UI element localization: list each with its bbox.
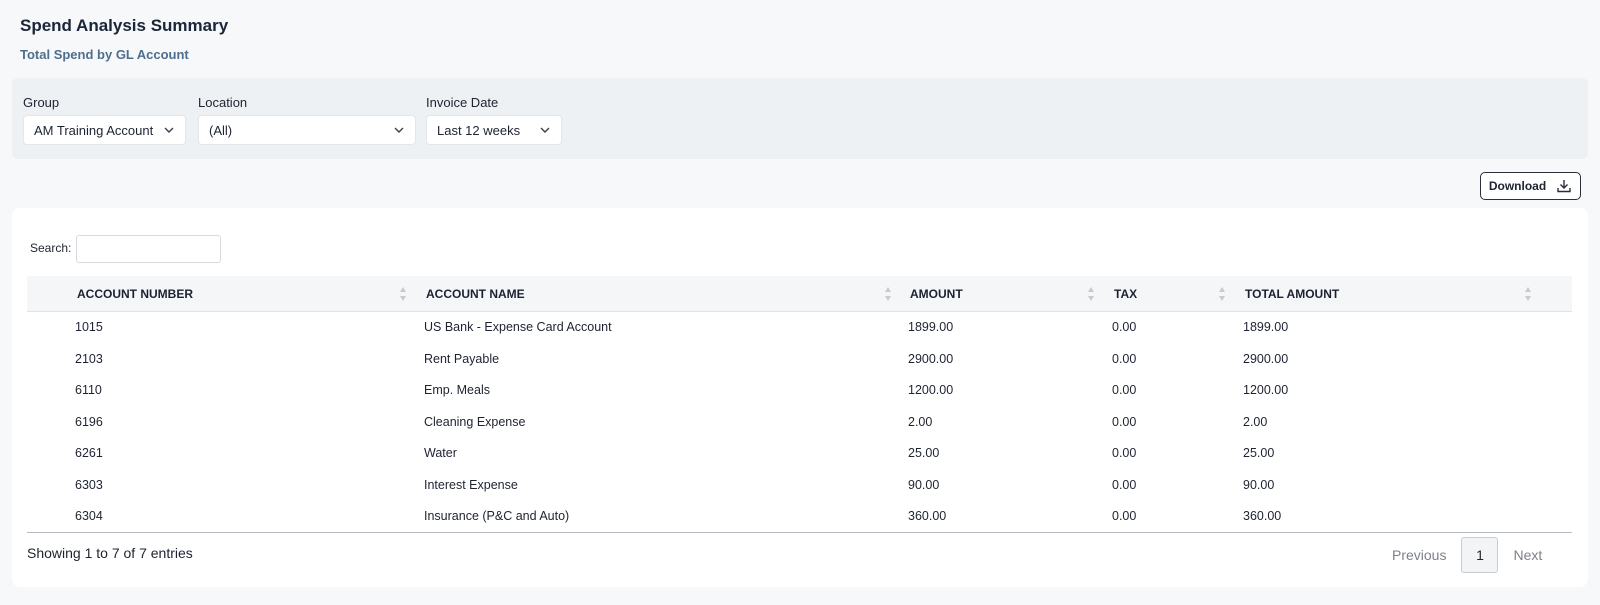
chevron-down-icon xyxy=(164,127,174,133)
cell-total-amount: 25.00 xyxy=(1243,446,1275,460)
cell-total-amount: 1899.00 xyxy=(1243,320,1289,334)
column-header-total-amount[interactable]: TOTAL AMOUNT xyxy=(1245,276,1339,312)
cell-tax: 0.00 xyxy=(1112,477,1137,492)
invoice-date-filter-label: Invoice Date xyxy=(426,95,499,110)
cell-account-number: 6110 xyxy=(75,383,102,397)
column-header-tax[interactable]: TAX xyxy=(1114,276,1137,312)
column-header-account-name[interactable]: ACCOUNT NAME xyxy=(426,276,525,312)
cell-tax: 0.00 xyxy=(1112,509,1137,523)
cell-amount: 90.00 xyxy=(908,477,940,492)
cell-tax: 0.00 xyxy=(1112,320,1137,334)
cell-account-number: 6261 xyxy=(75,446,103,460)
group-select-value: AM Training Account xyxy=(34,122,154,138)
cell-amount: 25.00 xyxy=(908,446,940,460)
sort-icon[interactable] xyxy=(399,286,407,302)
chevron-down-icon xyxy=(540,127,550,133)
table-row: 2103 Rent Payable 2900.00 0.00 2900.00 xyxy=(27,344,1572,376)
cell-amount: 2.00 xyxy=(908,414,933,429)
table-header: ACCOUNT NUMBER ACCOUNT NAME AMOUNT TAX T… xyxy=(27,276,1572,312)
pagination: Previous 1 Next xyxy=(1392,537,1542,573)
cell-account-number: 2103 xyxy=(75,351,103,366)
cell-account-number: 1015 xyxy=(75,320,103,334)
group-filter-label: Group xyxy=(23,95,60,110)
cell-amount: 1200.00 xyxy=(908,383,954,397)
group-filter: Group AM Training Account xyxy=(23,94,186,145)
table-row: 6261 Water 25.00 0.00 25.00 xyxy=(27,438,1572,470)
cell-account-name: Insurance (P&C and Auto) xyxy=(424,509,570,523)
cell-account-name: Interest Expense xyxy=(424,477,518,492)
sort-icon[interactable] xyxy=(1218,286,1226,302)
cell-tax: 0.00 xyxy=(1112,446,1137,460)
cell-tax: 0.00 xyxy=(1112,414,1137,429)
cell-account-number: 6304 xyxy=(75,509,103,523)
download-icon xyxy=(1557,180,1571,193)
cell-account-number: 6196 xyxy=(75,414,103,429)
location-filter: Location (All) xyxy=(198,94,416,145)
table-row: 6304 Insurance (P&C and Auto) 360.00 0.0… xyxy=(27,501,1572,533)
table-row: 1015 US Bank - Expense Card Account 1899… xyxy=(27,312,1572,344)
invoice-date-select[interactable]: Last 12 weeks xyxy=(426,115,562,145)
cell-account-name: Emp. Meals xyxy=(424,383,490,397)
next-page-button[interactable]: Next xyxy=(1513,547,1542,563)
entries-info: Showing 1 to 7 of 7 entries xyxy=(27,545,193,561)
location-select[interactable]: (All) xyxy=(198,115,416,145)
page-title: Spend Analysis Summary xyxy=(20,16,229,35)
cell-amount: 2900.00 xyxy=(908,351,954,366)
location-select-value: (All) xyxy=(209,122,233,138)
table-row: 6110 Emp. Meals 1200.00 0.00 1200.00 xyxy=(27,375,1572,407)
invoice-date-select-value: Last 12 weeks xyxy=(437,122,521,138)
column-header-amount[interactable]: AMOUNT xyxy=(910,276,963,312)
cell-account-name: Water xyxy=(424,446,457,460)
invoice-date-filter: Invoice Date Last 12 weeks xyxy=(426,94,562,145)
cell-amount: 1899.00 xyxy=(908,320,954,334)
table-divider xyxy=(27,532,1572,533)
cell-account-name: Cleaning Expense xyxy=(424,414,526,429)
search-label: Search: xyxy=(30,241,72,255)
page-subtitle: Total Spend by GL Account xyxy=(20,47,189,62)
group-select[interactable]: AM Training Account xyxy=(23,115,186,145)
location-filter-label: Location xyxy=(198,95,248,110)
previous-page-button[interactable]: Previous xyxy=(1392,547,1446,563)
cell-total-amount: 90.00 xyxy=(1243,477,1275,492)
chevron-down-icon xyxy=(394,127,404,133)
cell-tax: 0.00 xyxy=(1112,383,1137,397)
table-row: 6196 Cleaning Expense 2.00 0.00 2.00 xyxy=(27,407,1572,439)
cell-total-amount: 2900.00 xyxy=(1243,351,1289,366)
sort-icon[interactable] xyxy=(1087,286,1095,302)
table-card: Search: ACCOUNT NUMBER ACCOUNT NAME AMOU… xyxy=(12,208,1588,587)
column-header-account-number[interactable]: ACCOUNT NUMBER xyxy=(77,276,193,312)
cell-account-number: 6303 xyxy=(75,477,103,492)
sort-icon[interactable] xyxy=(1524,286,1532,302)
page-1-button[interactable]: 1 xyxy=(1461,537,1499,573)
sort-icon[interactable] xyxy=(884,286,892,302)
table-row: 6303 Interest Expense 90.00 0.00 90.00 xyxy=(27,470,1572,502)
search-input[interactable] xyxy=(76,235,221,263)
table-body: 1015 US Bank - Expense Card Account 1899… xyxy=(27,312,1572,533)
download-button-label: Download xyxy=(1488,179,1547,193)
cell-total-amount: 360.00 xyxy=(1243,509,1282,523)
cell-total-amount: 2.00 xyxy=(1243,414,1268,429)
cell-account-name: US Bank - Expense Card Account xyxy=(424,320,612,334)
cell-total-amount: 1200.00 xyxy=(1243,383,1289,397)
cell-amount: 360.00 xyxy=(908,509,947,523)
filter-panel: Group AM Training Account Location (All)… xyxy=(12,78,1588,159)
cell-account-name: Rent Payable xyxy=(424,351,500,366)
download-button[interactable]: Download xyxy=(1480,172,1581,200)
cell-tax: 0.00 xyxy=(1112,351,1137,366)
